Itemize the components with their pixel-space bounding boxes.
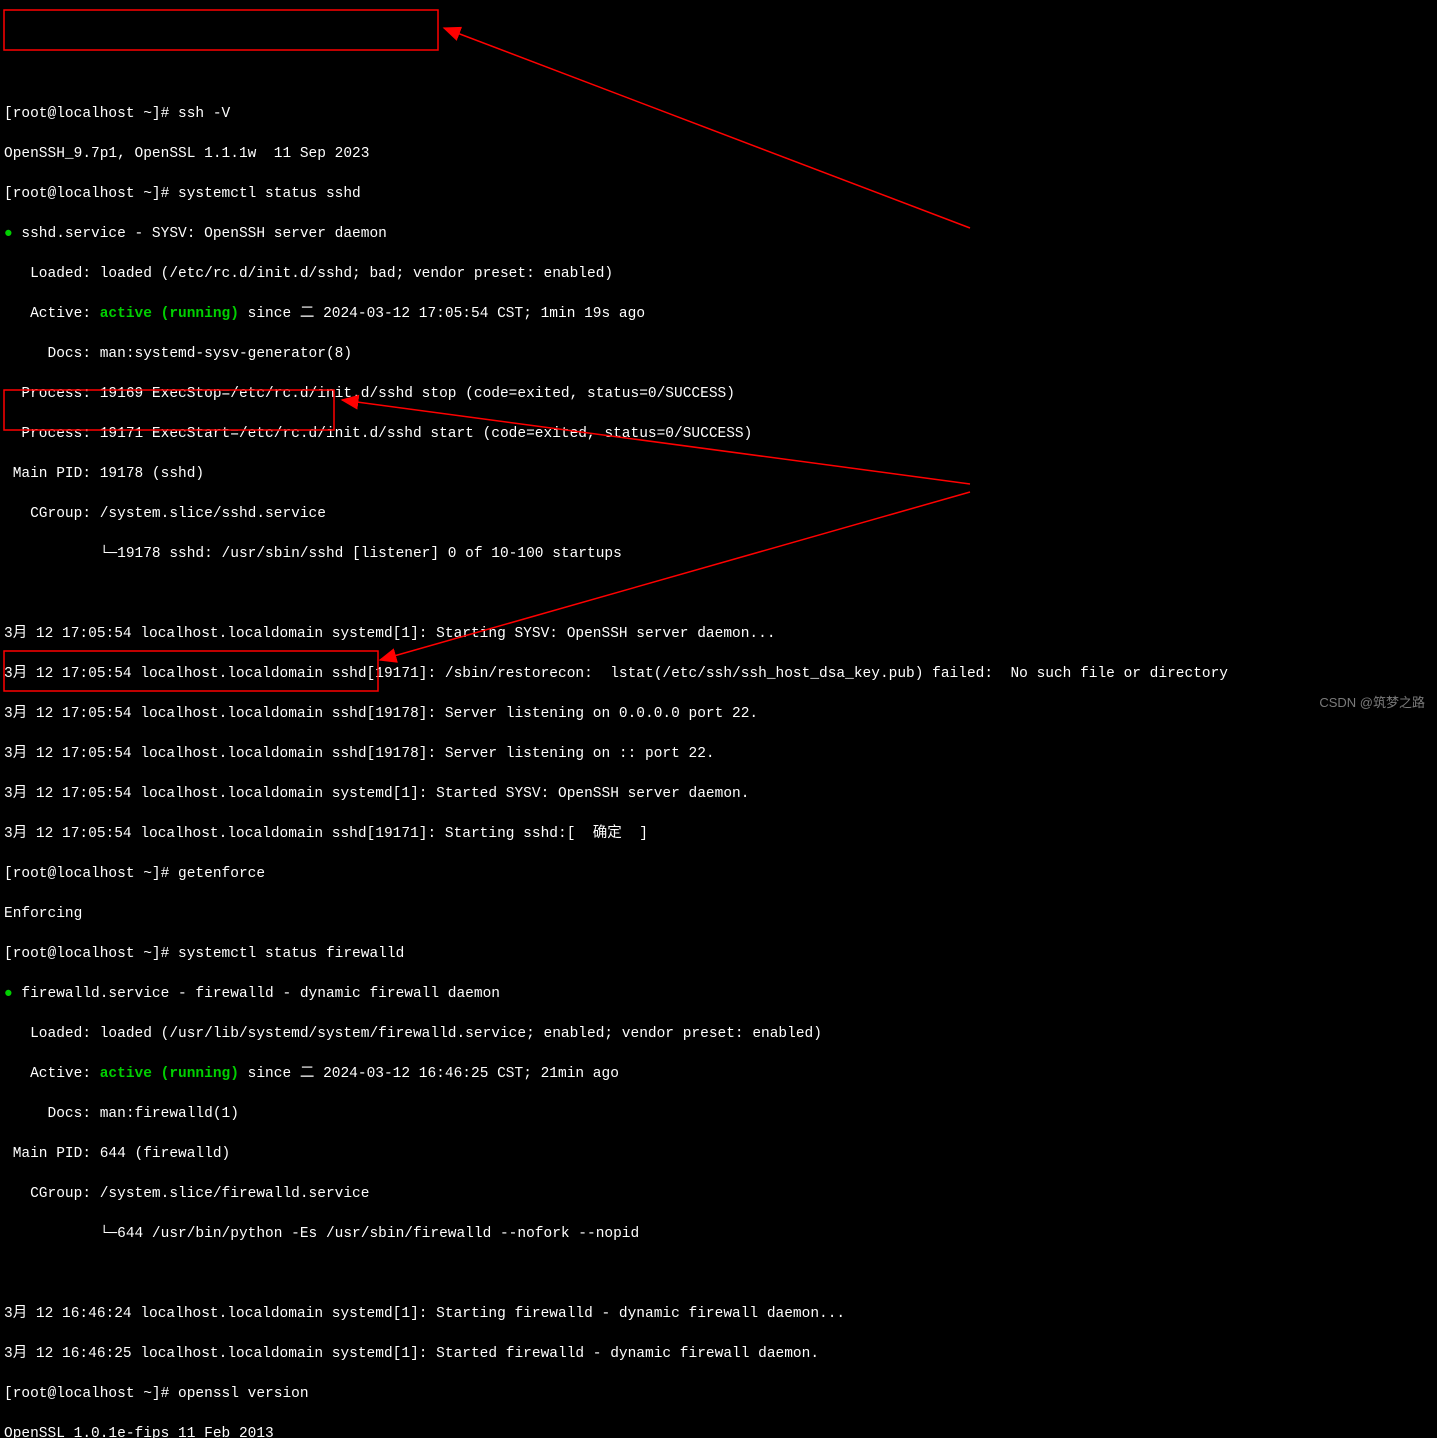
sshd-loaded: Loaded: loaded (/etc/rc.d/init.d/sshd; b…	[4, 264, 1433, 284]
firewalld-log-line: 3月 12 16:46:24 localhost.localdomain sys…	[4, 1304, 1433, 1324]
sshd-cgroup-child: └─19178 sshd: /usr/sbin/sshd [listener] …	[4, 544, 1433, 564]
blank-line	[4, 584, 1433, 604]
sshd-cgroup: CGroup: /system.slice/sshd.service	[4, 504, 1433, 524]
sshd-log-line: 3月 12 17:05:54 localhost.localdomain ssh…	[4, 664, 1433, 684]
shell-prompt: [root@localhost ~]#	[4, 186, 178, 202]
firewalld-active-label: Active:	[4, 1066, 100, 1082]
sshd-log-line: 3月 12 17:05:54 localhost.localdomain sys…	[4, 624, 1433, 644]
firewalld-active-since: since 二 2024-03-12 16:46:25 CST; 21min a…	[239, 1066, 619, 1082]
status-dot-icon: ●	[4, 986, 13, 1002]
firewalld-service-title: firewalld.service - firewalld - dynamic …	[13, 986, 500, 1002]
cmd-systemctl-sshd: systemctl status sshd	[178, 186, 361, 202]
sshd-log-line: 3月 12 17:05:54 localhost.localdomain ssh…	[4, 744, 1433, 764]
getenforce-output: Enforcing	[4, 904, 1433, 924]
sshd-active-since: since 二 2024-03-12 17:05:54 CST; 1min 19…	[239, 306, 645, 322]
sshd-log-line: 3月 12 17:05:54 localhost.localdomain ssh…	[4, 824, 1433, 844]
sshd-active-label: Active:	[4, 306, 100, 322]
firewalld-cgroup-child: └─644 /usr/bin/python -Es /usr/sbin/fire…	[4, 1224, 1433, 1244]
firewalld-loaded: Loaded: loaded (/usr/lib/systemd/system/…	[4, 1024, 1433, 1044]
firewalld-main-pid: Main PID: 644 (firewalld)	[4, 1144, 1433, 1164]
firewalld-active-state: active (running)	[100, 1066, 239, 1082]
box-ssh-version	[4, 10, 438, 50]
blank-line	[4, 1264, 1433, 1284]
sshd-log-line: 3月 12 17:05:54 localhost.localdomain sys…	[4, 784, 1433, 804]
shell-prompt: [root@localhost ~]#	[4, 866, 178, 882]
watermark-text: CSDN @筑梦之路	[1319, 693, 1425, 713]
firewalld-cgroup: CGroup: /system.slice/firewalld.service	[4, 1184, 1433, 1204]
firewalld-log-line: 3月 12 16:46:25 localhost.localdomain sys…	[4, 1344, 1433, 1364]
sshd-service-title: sshd.service - SYSV: OpenSSH server daem…	[13, 226, 387, 242]
cmd-openssl-version: openssl version	[178, 1386, 309, 1402]
sshd-process-stop: Process: 19169 ExecStop=/etc/rc.d/init.d…	[4, 384, 1433, 404]
sshd-main-pid: Main PID: 19178 (sshd)	[4, 464, 1433, 484]
openssl-version-output: OpenSSL 1.0.1e-fips 11 Feb 2013	[4, 1424, 1433, 1438]
status-dot-icon: ●	[4, 226, 13, 242]
shell-prompt: [root@localhost ~]#	[4, 106, 178, 122]
sshd-active-state: active (running)	[100, 306, 239, 322]
cmd-getenforce: getenforce	[178, 866, 265, 882]
cmd-ssh-v: ssh -V	[178, 106, 230, 122]
sshd-log-line: 3月 12 17:05:54 localhost.localdomain ssh…	[4, 704, 1433, 724]
cmd-systemctl-firewalld: systemctl status firewalld	[178, 946, 404, 962]
sshd-process-start: Process: 19171 ExecStart=/etc/rc.d/init.…	[4, 424, 1433, 444]
terminal-output[interactable]: [root@localhost ~]# ssh -V OpenSSH_9.7p1…	[4, 84, 1433, 1438]
shell-prompt: [root@localhost ~]#	[4, 946, 178, 962]
firewalld-docs: Docs: man:firewalld(1)	[4, 1104, 1433, 1124]
sshd-docs: Docs: man:systemd-sysv-generator(8)	[4, 344, 1433, 364]
ssh-version-output: OpenSSH_9.7p1, OpenSSL 1.1.1w 11 Sep 202…	[4, 144, 1433, 164]
shell-prompt: [root@localhost ~]#	[4, 1386, 178, 1402]
